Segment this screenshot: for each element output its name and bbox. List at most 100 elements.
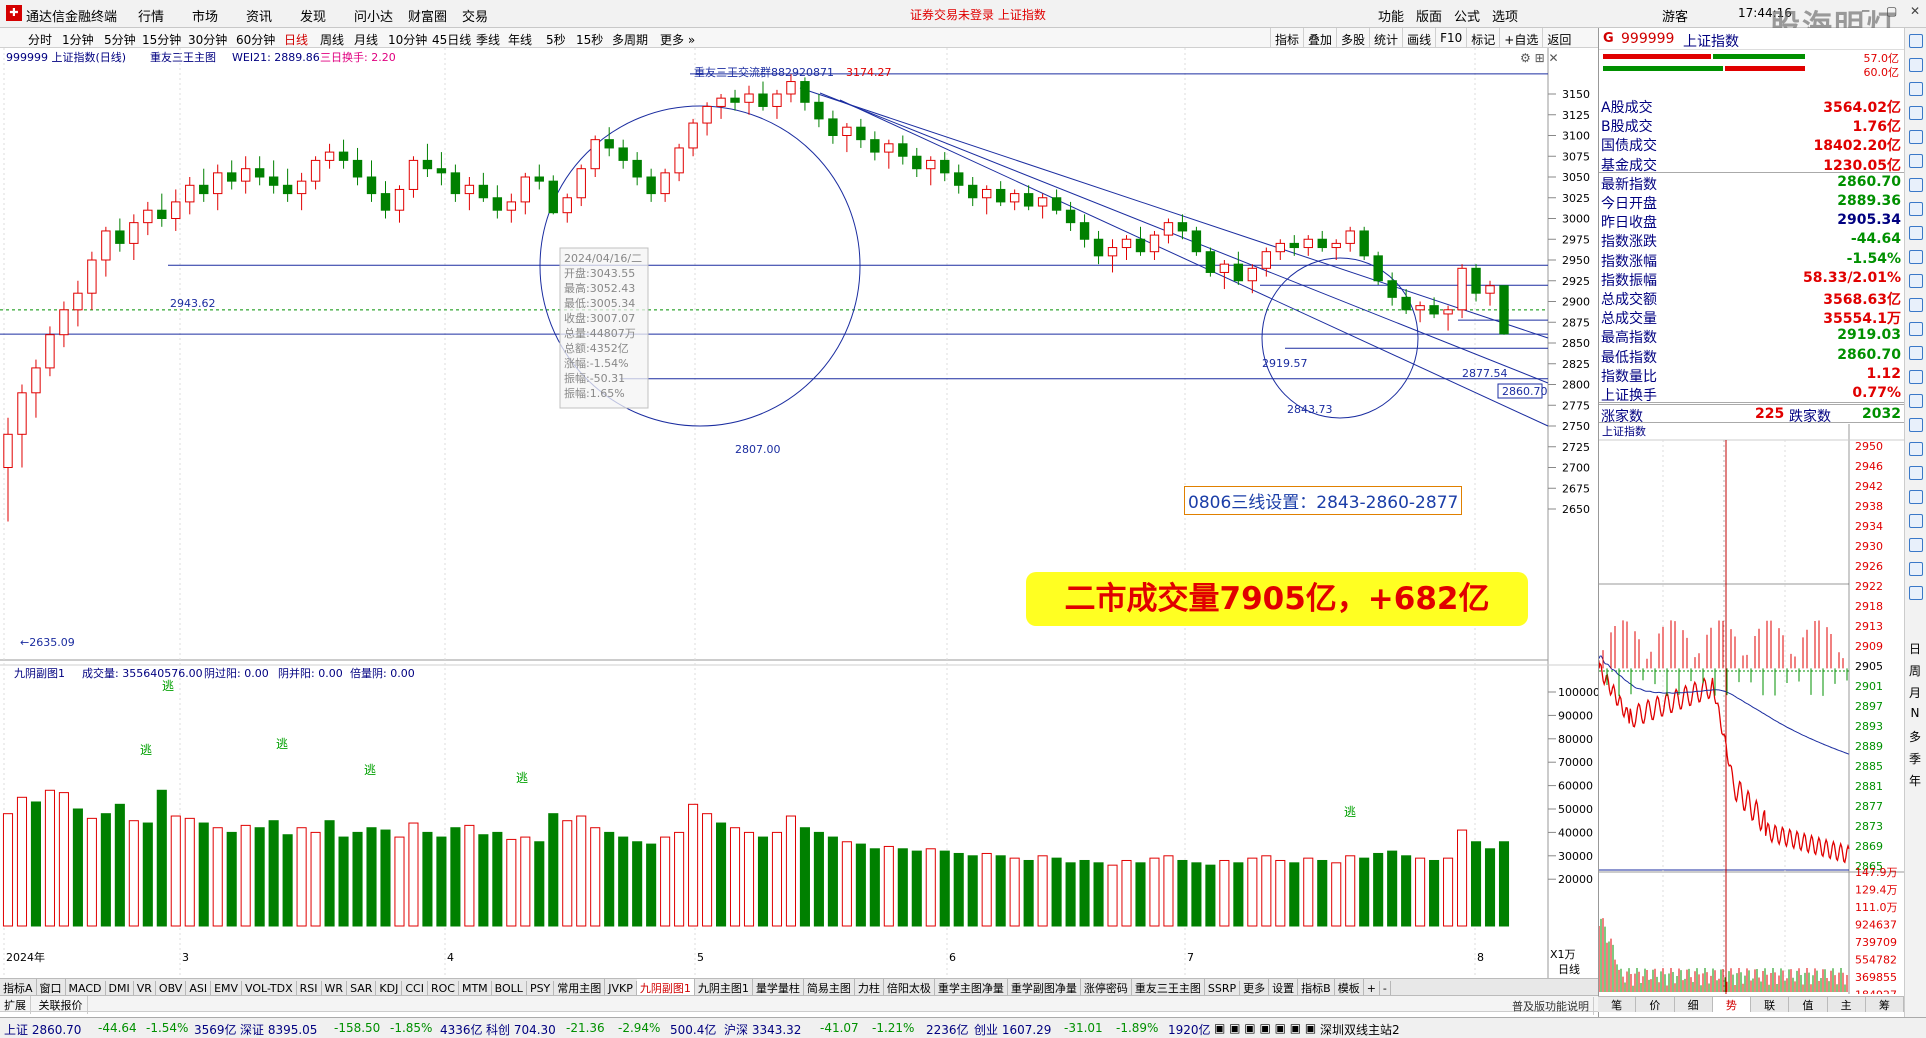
side-tool-icon[interactable] <box>1909 346 1923 360</box>
indicator-right-tab[interactable]: + <box>1364 981 1380 995</box>
indicator-tab[interactable]: 窗口 <box>37 979 66 995</box>
period-8[interactable]: 月线 <box>354 31 378 48</box>
indicator-tab[interactable]: 更多 <box>1240 979 1270 995</box>
period-13[interactable]: 5秒 <box>546 31 566 48</box>
tool-add-watch[interactable]: +自选 <box>1499 28 1542 48</box>
indicator-right-tab[interactable]: - <box>1380 981 1391 995</box>
side-tool-icon[interactable] <box>1909 322 1923 336</box>
indicator-tab[interactable]: 指标A <box>0 979 37 995</box>
period-11[interactable]: 季线 <box>476 31 500 48</box>
tab-extend[interactable]: 扩展 <box>0 996 31 1014</box>
intraday-tab[interactable]: 细 <box>1675 997 1713 1012</box>
indicator-tab[interactable]: 力柱 <box>855 979 884 995</box>
status-sh[interactable]: 上证 2860.70 <box>4 1021 81 1038</box>
side-tool-icon[interactable] <box>1909 298 1923 312</box>
side-period-button[interactable]: 年 <box>1904 772 1926 794</box>
side-tool-icon[interactable] <box>1909 250 1923 264</box>
indicator-tab[interactable]: 重学主图净量 <box>935 979 1008 995</box>
period-1[interactable]: 1分钟 <box>62 31 94 48</box>
tool-overlay[interactable]: 叠加 <box>1303 28 1336 48</box>
intraday-tab[interactable]: 势 <box>1712 997 1751 1012</box>
side-tool-icon[interactable] <box>1909 466 1923 480</box>
tool-stats[interactable]: 统计 <box>1369 28 1402 48</box>
indicator-tab[interactable]: MTM <box>459 981 492 995</box>
side-tool-icon[interactable] <box>1909 130 1923 144</box>
side-period-button[interactable]: 季 <box>1904 750 1926 772</box>
tool-multi[interactable]: 多股 <box>1336 28 1369 48</box>
indicator-tab[interactable]: OBV <box>156 981 187 995</box>
indicator-right-tab[interactable]: 指标B <box>1298 979 1335 995</box>
indicator-tab[interactable]: 量学量柱 <box>753 979 804 995</box>
user-label[interactable]: 游客 <box>1662 6 1688 25</box>
menu-news[interactable]: 资讯 <box>246 6 300 25</box>
period-4[interactable]: 30分钟 <box>188 31 227 48</box>
side-tool-icon[interactable] <box>1909 586 1923 600</box>
indicator-tab[interactable]: 重友三王主图 <box>1132 979 1205 995</box>
period-3[interactable]: 15分钟 <box>142 31 181 48</box>
side-tool-icon[interactable] <box>1909 202 1923 216</box>
period-9[interactable]: 10分钟 <box>388 31 427 48</box>
indicator-tab[interactable]: JVKP <box>605 981 637 995</box>
indicator-tab[interactable]: 简易主图 <box>804 979 855 995</box>
tool-indicator[interactable]: 指标 <box>1270 28 1303 48</box>
side-tool-icon[interactable] <box>1909 490 1923 504</box>
status-sz[interactable]: 深证 8395.05 <box>240 1021 317 1038</box>
menu-formula[interactable]: 公式 <box>1454 6 1492 25</box>
indicator-tab[interactable]: VR <box>134 981 156 995</box>
side-tool-icon[interactable] <box>1909 58 1923 72</box>
side-tool-icon[interactable] <box>1909 370 1923 384</box>
menu-trade[interactable]: 交易 <box>462 6 516 25</box>
indicator-tab[interactable]: SSRP <box>1205 981 1241 995</box>
indicator-tab[interactable]: PSY <box>527 981 555 995</box>
side-period-button[interactable]: 月 <box>1904 684 1926 706</box>
side-period-button[interactable]: 多 <box>1904 728 1926 750</box>
status-server[interactable]: 深圳双线主站2 <box>1320 1021 1400 1038</box>
indicator-tab[interactable]: ROC <box>428 981 459 995</box>
side-tool-icon[interactable] <box>1909 154 1923 168</box>
period-16[interactable]: 更多 » <box>660 31 695 48</box>
menu-layout[interactable]: 版面 <box>1416 6 1454 25</box>
side-tool-icon[interactable] <box>1909 274 1923 288</box>
intraday-tab[interactable]: 主 <box>1828 997 1866 1012</box>
indicator-tab[interactable]: BOLL <box>492 981 527 995</box>
side-tool-icon[interactable] <box>1909 538 1923 552</box>
tab-related-quotes[interactable]: 关联报价 <box>35 996 88 1014</box>
indicator-tab[interactable]: DMI <box>106 981 134 995</box>
intraday-tab[interactable]: 联 <box>1751 997 1790 1012</box>
indicator-tab[interactable]: 涨停密码 <box>1081 979 1132 995</box>
menu-options[interactable]: 选项 <box>1492 6 1530 25</box>
side-period-button[interactable]: 日 <box>1904 640 1926 662</box>
indicator-tab[interactable]: 常用主图 <box>554 979 606 995</box>
settings-icon[interactable]: ⚙ ⊞ ✕ <box>1520 51 1559 65</box>
period-6[interactable]: 日线 <box>284 31 308 48</box>
minimize-icon[interactable]: ─ <box>1862 4 1876 20</box>
indicator-tab[interactable]: 九阴主图1 <box>695 979 753 995</box>
period-7[interactable]: 周线 <box>320 31 344 48</box>
status-icons[interactable]: ▣ ▣ ▣ ▣ ▣ ▣ ▣ <box>1214 1021 1316 1035</box>
side-tool-icon[interactable] <box>1909 226 1923 240</box>
indicator-tab[interactable]: SAR <box>347 981 377 995</box>
side-tool-icon[interactable] <box>1909 562 1923 576</box>
tool-mark[interactable]: 标记 <box>1466 28 1499 48</box>
side-tool-icon[interactable] <box>1909 514 1923 528</box>
indicator-tab[interactable]: 九阴副图1 <box>636 979 695 995</box>
indicator-tab[interactable]: RSI <box>297 981 322 995</box>
tool-f10[interactable]: F10 <box>1435 28 1466 48</box>
menu-discover[interactable]: 发现 <box>300 6 354 25</box>
status-hs[interactable]: 沪深 3343.32 <box>724 1021 801 1038</box>
indicator-tab[interactable]: KDJ <box>376 981 403 995</box>
side-tool-icon[interactable] <box>1909 34 1923 48</box>
indicator-tab[interactable]: VOL-TDX <box>242 981 297 995</box>
intraday-tab[interactable]: 笔 <box>1598 997 1637 1012</box>
period-14[interactable]: 15秒 <box>576 31 603 48</box>
side-period-button[interactable]: 周 <box>1904 662 1926 684</box>
indicator-tab[interactable]: WR <box>322 981 348 995</box>
menu-wealth[interactable]: 财富圈 <box>408 6 462 25</box>
tool-back[interactable]: 返回 <box>1542 28 1575 48</box>
side-period-button[interactable]: N <box>1904 706 1926 728</box>
side-tool-icon[interactable] <box>1909 106 1923 120</box>
period-15[interactable]: 多周期 <box>612 31 648 48</box>
period-5[interactable]: 60分钟 <box>236 31 275 48</box>
side-tool-icon[interactable] <box>1909 418 1923 432</box>
menu-ask[interactable]: 问小达 <box>354 6 408 25</box>
